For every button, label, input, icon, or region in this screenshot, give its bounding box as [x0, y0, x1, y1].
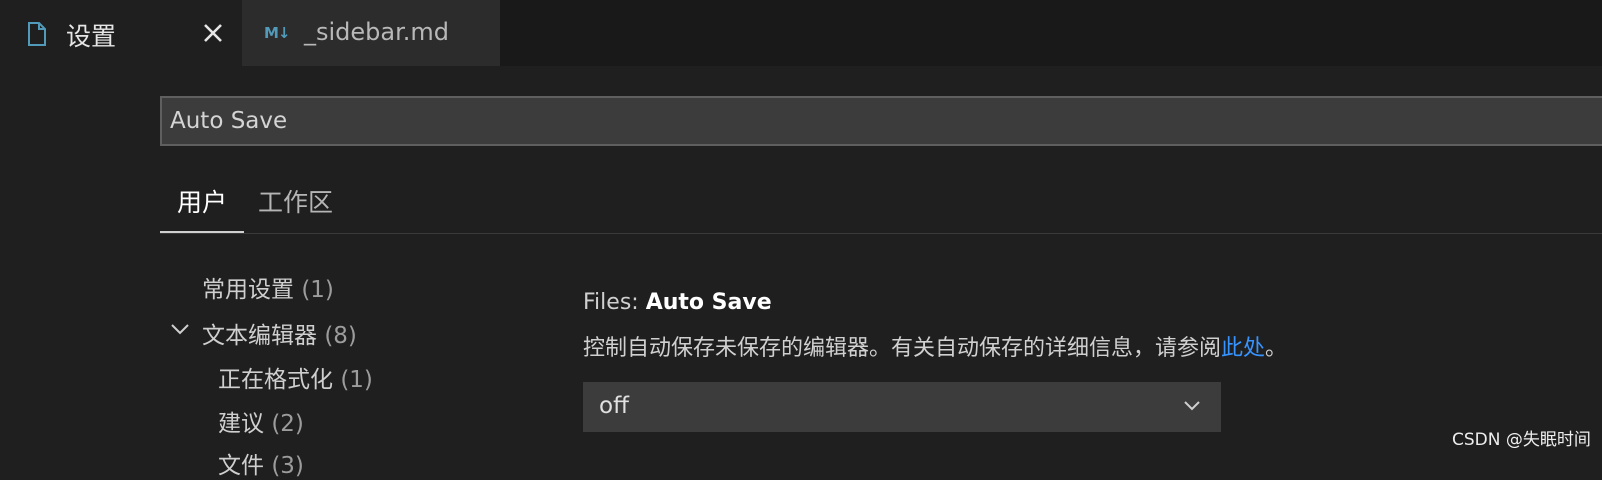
- settings-scope-tabs: 用户 工作区: [160, 175, 1602, 234]
- toc-item-label: 文件: [218, 453, 264, 479]
- tab-settings[interactable]: 设置: [0, 0, 242, 66]
- settings-search-input[interactable]: Auto Save: [160, 96, 1602, 146]
- toc-item-common[interactable]: 常用设置 (1): [202, 270, 334, 304]
- toc-item-count: (1): [301, 277, 334, 303]
- tab-user[interactable]: 用户: [160, 183, 244, 233]
- toc-item-formatting[interactable]: 正在格式化 (1): [218, 360, 373, 394]
- close-icon[interactable]: [200, 20, 226, 46]
- auto-save-select[interactable]: off: [583, 382, 1221, 432]
- tab-sidebar-md[interactable]: M↓ _sidebar.md: [242, 0, 500, 66]
- toc-item-suggestions[interactable]: 建议 (2): [218, 404, 304, 438]
- toc-item-count: (1): [340, 367, 373, 393]
- toc-item-files[interactable]: 文件 (3): [218, 446, 304, 480]
- toc-item-label: 文本编辑器: [202, 323, 317, 349]
- editor-tab-bar: 设置 M↓ _sidebar.md: [0, 0, 1602, 66]
- toc-item-count: (8): [324, 323, 357, 349]
- file-icon: [28, 22, 46, 46]
- markdown-icon: M↓: [264, 24, 290, 42]
- settings-search-value: Auto Save: [170, 108, 288, 134]
- watermark: CSDN @失眠时间: [1452, 430, 1591, 450]
- toc-item-text-editor[interactable]: 文本编辑器 (8): [202, 316, 357, 350]
- tab-workspace[interactable]: 工作区: [258, 183, 333, 219]
- toc-item-label: 常用设置: [202, 277, 294, 303]
- tab-sidebar-label: _sidebar.md: [304, 18, 450, 46]
- tab-settings-label: 设置: [66, 22, 117, 51]
- toc-item-label: 建议: [218, 411, 264, 437]
- setting-description-end: 。: [1265, 336, 1288, 361]
- toc-item-count: (2): [271, 411, 304, 437]
- setting-description: 控制自动保存未保存的编辑器。有关自动保存的详细信息，请参阅此处。: [583, 330, 1287, 362]
- setting-category: Files:: [583, 290, 646, 315]
- chevron-down-icon: [1184, 401, 1200, 411]
- setting-description-text: 控制自动保存未保存的编辑器。有关自动保存的详细信息，请参阅: [583, 336, 1222, 361]
- setting-title: Files: Auto Save: [583, 290, 772, 315]
- auto-save-select-value: off: [599, 393, 629, 419]
- setting-description-link[interactable]: 此处: [1221, 336, 1265, 361]
- chevron-down-icon[interactable]: [170, 322, 190, 336]
- setting-name: Auto Save: [645, 290, 772, 315]
- toc-item-count: (3): [271, 453, 304, 479]
- toc-item-label: 正在格式化: [218, 367, 333, 393]
